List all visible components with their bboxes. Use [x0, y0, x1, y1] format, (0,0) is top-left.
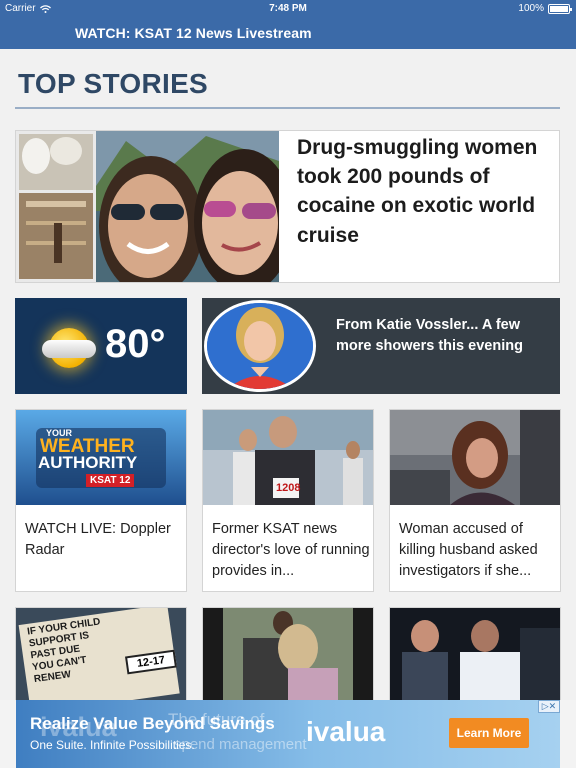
- hero-headline: Drug-smuggling women took 200 pounds of …: [297, 136, 538, 247]
- forecaster-message: From Katie Vossler... A few more showers…: [336, 317, 523, 354]
- weather-card[interactable]: 80°: [15, 298, 187, 394]
- nav-bar: WATCH: KSAT 12 News Livestream: [0, 18, 576, 49]
- story-tile-couple[interactable]: [202, 607, 374, 707]
- story-tile-doppler-radar[interactable]: YOUR WEATHER AUTHORITY KSAT 12 WATCH LIV…: [15, 409, 187, 592]
- status-time: 7:48 PM: [269, 3, 307, 14]
- story-tile-arrest[interactable]: [389, 607, 561, 707]
- page-title: TOP STORIES: [18, 68, 209, 99]
- livestream-link[interactable]: WATCH: KSAT 12 News Livestream: [75, 25, 312, 41]
- race-bib: 1208: [276, 482, 301, 494]
- battery-icon: [548, 3, 572, 14]
- hero-story-image: [16, 131, 279, 282]
- forecaster-avatar: [204, 300, 316, 392]
- story-tile-child-support[interactable]: IF YOUR CHILD SUPPORT IS PAST DUE YOU CA…: [15, 607, 187, 707]
- ad-headline: Realize Value Beyond Savings: [30, 714, 275, 733]
- story-tile-woman-accused[interactable]: Woman accused of killing husband asked i…: [389, 409, 561, 592]
- courtroom-image: [390, 410, 560, 505]
- section-divider: [15, 107, 560, 109]
- ad-subline: One Suite. Infinite Possibilities.: [30, 738, 195, 752]
- story-caption: Former KSAT news director's love of runn…: [212, 521, 370, 579]
- ivalua-logo: ivalua: [306, 716, 386, 747]
- learn-more-button[interactable]: Learn More: [449, 718, 529, 748]
- couple-image: [203, 608, 373, 706]
- forecaster-card[interactable]: From Katie Vossler... A few more showers…: [202, 298, 560, 394]
- cloud-icon: [42, 340, 96, 358]
- status-bar: Carrier 7:48 PM 100%: [0, 0, 576, 18]
- logo-text-authority: AUTHORITY: [38, 453, 138, 472]
- ad-choices-icon[interactable]: ▷✕: [538, 700, 560, 713]
- story-caption: WATCH LIVE: Doppler Radar: [25, 521, 171, 558]
- battery-group: 100%: [518, 3, 572, 14]
- story-tile-ksat-director-running[interactable]: 1208 Former KSAT news director's love of…: [202, 409, 374, 592]
- runners-image: 1208: [203, 410, 373, 505]
- hero-story-card[interactable]: Drug-smuggling women took 200 pounds of …: [15, 130, 560, 283]
- ksat-badge: KSAT 12: [86, 474, 135, 487]
- ad-banner[interactable]: ivalua The future of spend management Re…: [0, 700, 576, 768]
- current-temperature: 80°: [105, 322, 166, 366]
- weather-authority-image: YOUR WEATHER AUTHORITY KSAT 12: [16, 410, 186, 505]
- arrest-image: [390, 608, 560, 706]
- ad-creative: ivalua The future of spend management Re…: [16, 700, 560, 768]
- story-caption: Woman accused of killing husband asked i…: [399, 521, 538, 579]
- battery-percent: 100%: [518, 3, 544, 14]
